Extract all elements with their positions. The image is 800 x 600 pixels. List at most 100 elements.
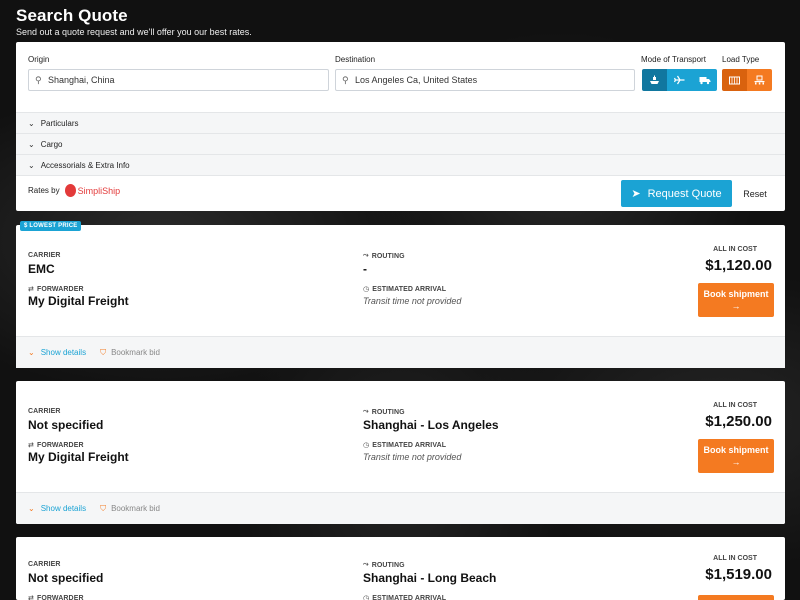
forwarder-value: My Digital Freight [28,294,129,308]
routing-label-row: ⤳ ROUTING [363,252,405,260]
forwarder-label: FORWARDER [36,441,84,449]
container-icon[interactable] [722,69,747,91]
book-shipment-label: Book shipment [703,445,769,455]
route-icon: ⤳ [363,252,369,259]
particulars-accordion[interactable]: ⌄ Particulars [16,112,785,133]
request-quote-button[interactable]: ➤ Request Quote [621,180,732,207]
arrival-label-row: ◷ ESTIMATED ARRIVAL [363,594,446,600]
route-icon: ⤳ [363,408,369,415]
clock-icon: ◷ [363,442,370,449]
lowest-price-badge: $ LOWEST PRICE [20,221,82,231]
routing-label-row: ⤳ ROUTING [363,561,405,569]
forwarder-label: FORWARDER [36,594,84,600]
clock-icon: ◷ [363,595,370,600]
page-header: Search Quote Send out a quote request an… [16,6,252,37]
arrival-label-row: ◷ ESTIMATED ARRIVAL [363,441,447,450]
paper-plane-icon: ➤ [631,188,641,200]
book-shipment-button[interactable]: Book shipment → [698,283,774,317]
quote-result-card: CARRIER Not specified ⇄ FORWARDER ⤳ ROUT… [16,537,785,600]
all-in-cost-value: $1,120.00 [705,257,772,274]
forwarder-label-row: ⇄ FORWARDER [28,594,84,600]
routing-label: ROUTING [371,561,405,569]
carrier-label: CARRIER [28,252,61,259]
load-type-selector [722,69,772,91]
origin-label: Origin [28,55,50,64]
book-shipment-label: Book shipment [703,289,769,299]
chevron-down-icon: ⌄ [28,118,35,128]
cargo-label: Cargo [40,139,63,149]
load-type-label: Load Type [722,55,760,64]
destination-input[interactable]: ⚲ Los Angeles Ca, United States [335,69,635,91]
origin-value: Shanghai, China [48,75,115,85]
arrival-label: ESTIMATED ARRIVAL [372,594,447,600]
accessorials-accordion[interactable]: ⌄ Accessorials & Extra Info [16,154,785,175]
routing-label: ROUTING [371,252,405,260]
mode-of-transport-label: Mode of Transport [641,55,706,64]
simpliship-logo-text: SimpliShip [77,185,121,196]
pallet-icon[interactable] [747,69,772,91]
card-footer: ⌄ Show details ⛉ Bookmark bid [16,336,785,368]
all-in-cost-label: ALL IN COST [713,246,757,253]
destination-value: Los Angeles Ca, United States [355,75,478,85]
show-details-link[interactable]: ⌄ Show details [28,348,86,357]
page-title: Search Quote [16,6,128,25]
search-form: Origin ⚲ Shanghai, China Destination ⚲ L… [16,42,785,211]
bookmark-bid-button[interactable]: ⛉ Bookmark bid [100,504,160,514]
routing-value: - [363,262,367,276]
bookmark-label: Bookmark bid [111,504,160,513]
bookmark-bid-button[interactable]: ⛉ Bookmark bid [100,348,160,358]
forwarder-label: FORWARDER [36,285,84,293]
arrow-right-icon: → [731,457,741,467]
request-quote-label: Request Quote [647,187,722,200]
handshake-icon: ⇄ [28,595,34,600]
chevron-down-icon: ⌄ [28,348,35,357]
carrier-label: CARRIER [28,561,61,568]
arrival-value: Transit time not provided [363,452,462,462]
divider [16,175,785,176]
quote-result-card: $ LOWEST PRICE CARRIER EMC ⇄ FORWARDER M… [16,221,785,368]
bookmark-label: Bookmark bid [111,348,160,357]
arrival-label-row: ◷ ESTIMATED ARRIVAL [363,285,446,294]
forwarder-label-row: ⇄ FORWARDER [28,285,84,294]
reset-button[interactable]: Reset [740,180,770,207]
cargo-accordion[interactable]: ⌄ Cargo [16,133,785,154]
carrier-value: Not specified [28,571,104,585]
show-details-label: Show details [40,504,87,513]
carrier-value: EMC [28,262,55,276]
ship-icon[interactable] [642,69,667,91]
simpliship-logo-mark-icon [64,184,76,197]
book-shipment-button[interactable] [698,595,774,600]
all-in-cost-label: ALL IN COST [713,402,757,409]
destination-label: Destination [335,55,376,64]
all-in-cost-value: $1,250.00 [705,413,772,430]
bookmark-icon: ⛉ [100,503,107,513]
carrier-value: Not specified [28,418,104,432]
clock-icon: ◷ [363,286,370,293]
rates-by: Rates by SimpliShip [28,184,120,197]
particulars-label: Particulars [40,118,79,128]
origin-input[interactable]: ⚲ Shanghai, China [28,69,329,91]
show-details-label: Show details [40,348,87,357]
bookmark-icon: ⛉ [100,347,107,357]
simpliship-logo: SimpliShip [64,184,121,197]
truck-icon[interactable] [692,69,717,91]
show-details-link[interactable]: ⌄ Show details [28,504,86,513]
routing-value: Shanghai - Long Beach [363,571,497,585]
chevron-down-icon: ⌄ [28,139,35,149]
route-icon: ⤳ [363,561,369,568]
plane-icon[interactable] [667,69,692,91]
carrier-label: CARRIER [28,408,61,415]
arrival-label: ESTIMATED ARRIVAL [372,441,447,449]
routing-value: Shanghai - Los Angeles [363,418,499,432]
book-shipment-button[interactable]: Book shipment → [698,439,774,473]
mode-of-transport-selector [642,69,717,91]
location-pin-icon: ⚲ [35,74,42,85]
handshake-icon: ⇄ [28,442,34,449]
arrival-value: Transit time not provided [363,296,462,306]
forwarder-label-row: ⇄ FORWARDER [28,441,84,450]
quote-result-card: CARRIER Not specified ⇄ FORWARDER My Dig… [16,381,785,524]
all-in-cost-value: $1,519.00 [705,566,772,583]
page-subtitle: Send out a quote request and we'll offer… [16,27,252,37]
chevron-down-icon: ⌄ [28,504,35,513]
chevron-down-icon: ⌄ [28,160,35,170]
